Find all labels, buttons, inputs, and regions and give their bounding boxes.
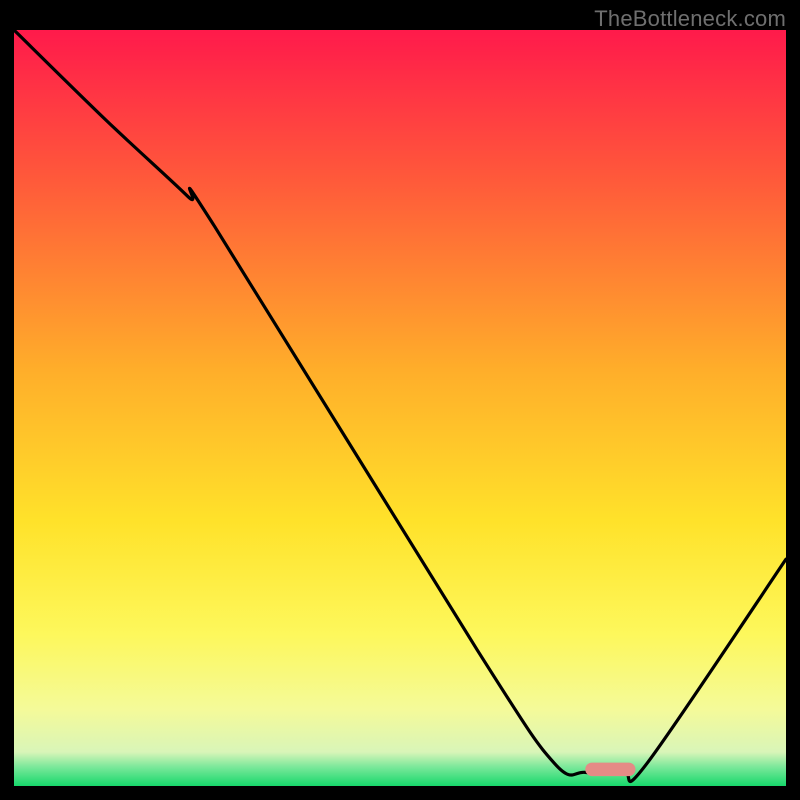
optimal-marker (585, 763, 635, 777)
chart-frame (14, 30, 786, 786)
bottleneck-chart (14, 30, 786, 786)
watermark-text: TheBottleneck.com (594, 6, 786, 32)
